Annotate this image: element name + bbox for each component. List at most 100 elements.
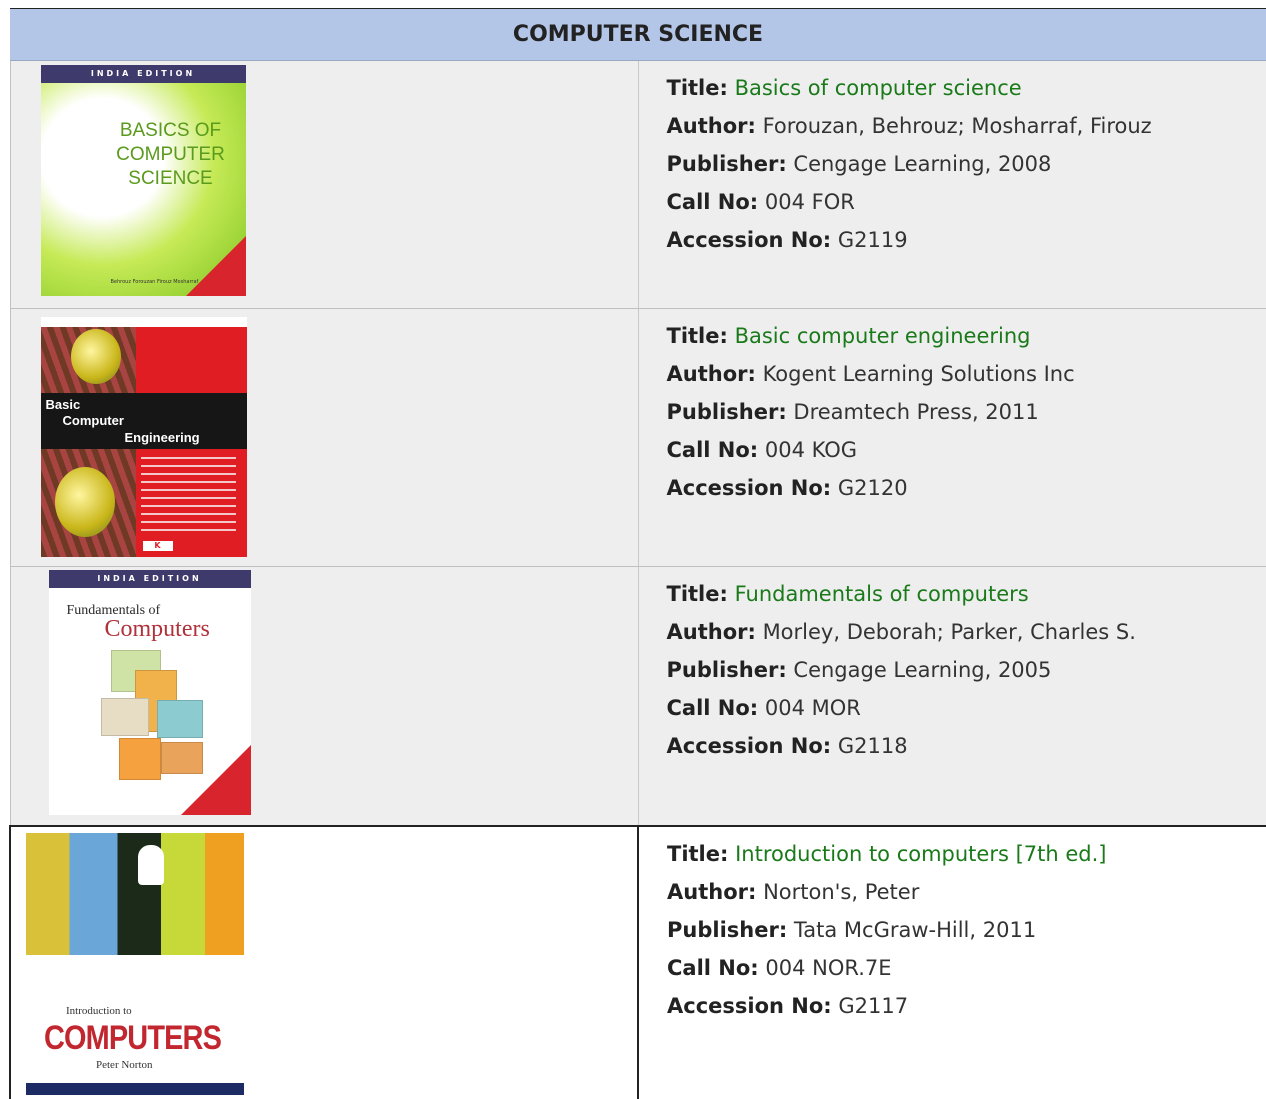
title-line: Title: Basic computer engineering [667,317,1266,355]
call-no-line: Call No: 004 KOG [667,431,1266,469]
publisher-label: Publisher: [666,400,787,424]
title-line: Title: Basics of computer science [667,69,1266,107]
call-no-value: 004 FOR [764,190,855,214]
cover-author: Peter Norton [96,1058,153,1071]
publisher-logo: K OENT [142,541,173,557]
cover-corner-decoration [185,236,246,296]
publisher-value: Cengage Learning, 2005 [793,658,1052,682]
call-no-line: Call No: 004 NOR.7E [667,949,1266,987]
page: COMPUTER SCIENCE INDIA EDITION BASICS OF… [0,0,1266,1099]
accession-no-label: Accession No: [666,476,832,500]
cover-cell: Basic Computer Engineering K OENT [9,308,639,567]
publisher-label: Publisher: [666,152,787,176]
publisher-line: Publisher: Dreamtech Press, 2011 [667,393,1266,431]
publisher-label: Publisher: [666,658,787,682]
author-value: Morley, Deborah; Parker, Charles S. [762,620,1136,644]
author-value: Forouzan, Behrouz; Mosharraf, Firouz [762,114,1152,138]
publisher-value: Tata McGraw-Hill, 2011 [793,917,1037,942]
cover-edition-band: INDIA EDITION [48,570,251,588]
call-no-label: Call No: [666,190,759,214]
author-label: Author: [667,879,757,904]
call-no-line: Call No: 004 FOR [667,183,1266,221]
section-header: COMPUTER SCIENCE [10,8,1266,61]
cover-bottom-band [26,1082,244,1095]
info-cell: Title: Introduction to computers [7th ed… [638,824,1266,1099]
publisher-label: Publisher: [667,917,788,942]
author-value: Norton's, Peter [763,879,920,904]
books-table: COMPUTER SCIENCE INDIA EDITION BASICS OF… [9,8,1266,1099]
book-row: INDIA EDITION BASICS OF COMPUTER SCIENCE… [9,60,1266,309]
cover-cell: Introduction to COMPUTERS Peter Norton [9,824,639,1099]
cover-title: BASICS OF COMPUTER SCIENCE [116,120,225,189]
accession-no-label: Accession No: [666,228,832,252]
call-no-value: 004 NOR.7E [765,955,892,980]
cover-corner-decoration [180,745,251,815]
info-cell: Title: Basics of computer science Author… [638,60,1266,309]
info-cell: Title: Fundamentals of computers Author:… [638,566,1266,826]
cover-title-line: Computers [104,616,210,642]
accession-no-value: G2120 [837,476,908,500]
author-label: Author: [666,620,756,644]
cover-title-line: COMPUTERS [44,1018,222,1057]
call-no-value: 004 KOG [764,438,858,462]
accession-no-label: Accession No: [667,993,832,1018]
cover-title-line: Introduction to [66,1004,132,1017]
accession-no-line: Accession No: G2118 [667,727,1266,765]
cover-artwork [156,700,203,738]
cover-cell: INDIA EDITION Fundamentals of Computers [9,566,639,826]
title-label: Title: [666,76,728,100]
author-value: Kogent Learning Solutions Inc [762,362,1075,386]
accession-no-line: Accession No: G2120 [667,469,1266,507]
call-no-label: Call No: [666,438,759,462]
book-cover-image[interactable]: Introduction to COMPUTERS Peter Norton [26,832,244,1095]
title-label: Title: [667,841,729,866]
accession-no-value: G2117 [838,993,909,1018]
book-title-link[interactable]: Basics of computer science [735,76,1022,100]
cover-title-line: Engineering [124,430,200,445]
book-row: Introduction to COMPUTERS Peter Norton T… [9,824,1266,1099]
author-label: Author: [666,362,756,386]
publisher-line: Publisher: Tata McGraw-Hill, 2011 [667,911,1266,949]
call-no-label: Call No: [666,696,759,720]
author-line: Author: Norton's, Peter [667,873,1266,911]
cover-artwork [26,832,244,955]
accession-no-label: Accession No: [666,734,832,758]
accession-no-value: G2119 [837,228,908,252]
book-title-link[interactable]: Introduction to computers [7th ed.] [735,842,1106,866]
call-no-label: Call No: [667,955,759,980]
title-line: Title: Fundamentals of computers [667,575,1266,613]
accession-no-line: Accession No: G2119 [667,221,1266,259]
author-line: Author: Morley, Deborah; Parker, Charles… [667,613,1266,651]
cover-mouse-graphic [70,329,121,384]
cover-artwork [100,698,149,736]
publisher-line: Publisher: Cengage Learning, 2005 [667,651,1266,689]
cover-title-band: Basic Computer Engineering [40,393,247,449]
cover-title-line: Computer [62,413,124,428]
book-title-link[interactable]: Basic computer engineering [735,324,1031,348]
publisher-value: Dreamtech Press, 2011 [793,400,1039,424]
author-label: Author: [666,114,756,138]
cursor-hand-graphic [138,844,164,885]
call-no-line: Call No: 004 MOR [667,689,1266,727]
cover-artwork [118,738,161,780]
book-row: Basic Computer Engineering K OENT Title:… [9,308,1266,567]
publisher-line: Publisher: Cengage Learning, 2008 [667,145,1266,183]
cover-cell: INDIA EDITION BASICS OF COMPUTER SCIENCE… [9,60,639,309]
book-cover-image[interactable]: INDIA EDITION BASICS OF COMPUTER SCIENCE… [40,65,246,296]
accession-no-value: G2118 [837,734,908,758]
cover-title-line: Basic [45,397,81,412]
book-title-link[interactable]: Fundamentals of computers [735,582,1029,606]
title-label: Title: [666,582,728,606]
info-cell: Title: Basic computer engineering Author… [638,308,1266,567]
title-label: Title: [666,324,728,348]
book-cover-image[interactable]: Basic Computer Engineering K OENT [40,317,247,557]
author-line: Author: Forouzan, Behrouz; Mosharraf, Fi… [667,107,1266,145]
title-line: Title: Introduction to computers [7th ed… [667,835,1266,873]
cover-top-stripe [40,317,247,327]
publisher-value: Cengage Learning, 2008 [793,152,1052,176]
author-line: Author: Kogent Learning Solutions Inc [667,355,1266,393]
cover-contents-list [140,457,236,537]
book-cover-image[interactable]: INDIA EDITION Fundamentals of Computers [48,570,251,815]
cover-mouse-graphic [54,467,115,537]
accession-no-line: Accession No: G2117 [667,987,1266,1025]
